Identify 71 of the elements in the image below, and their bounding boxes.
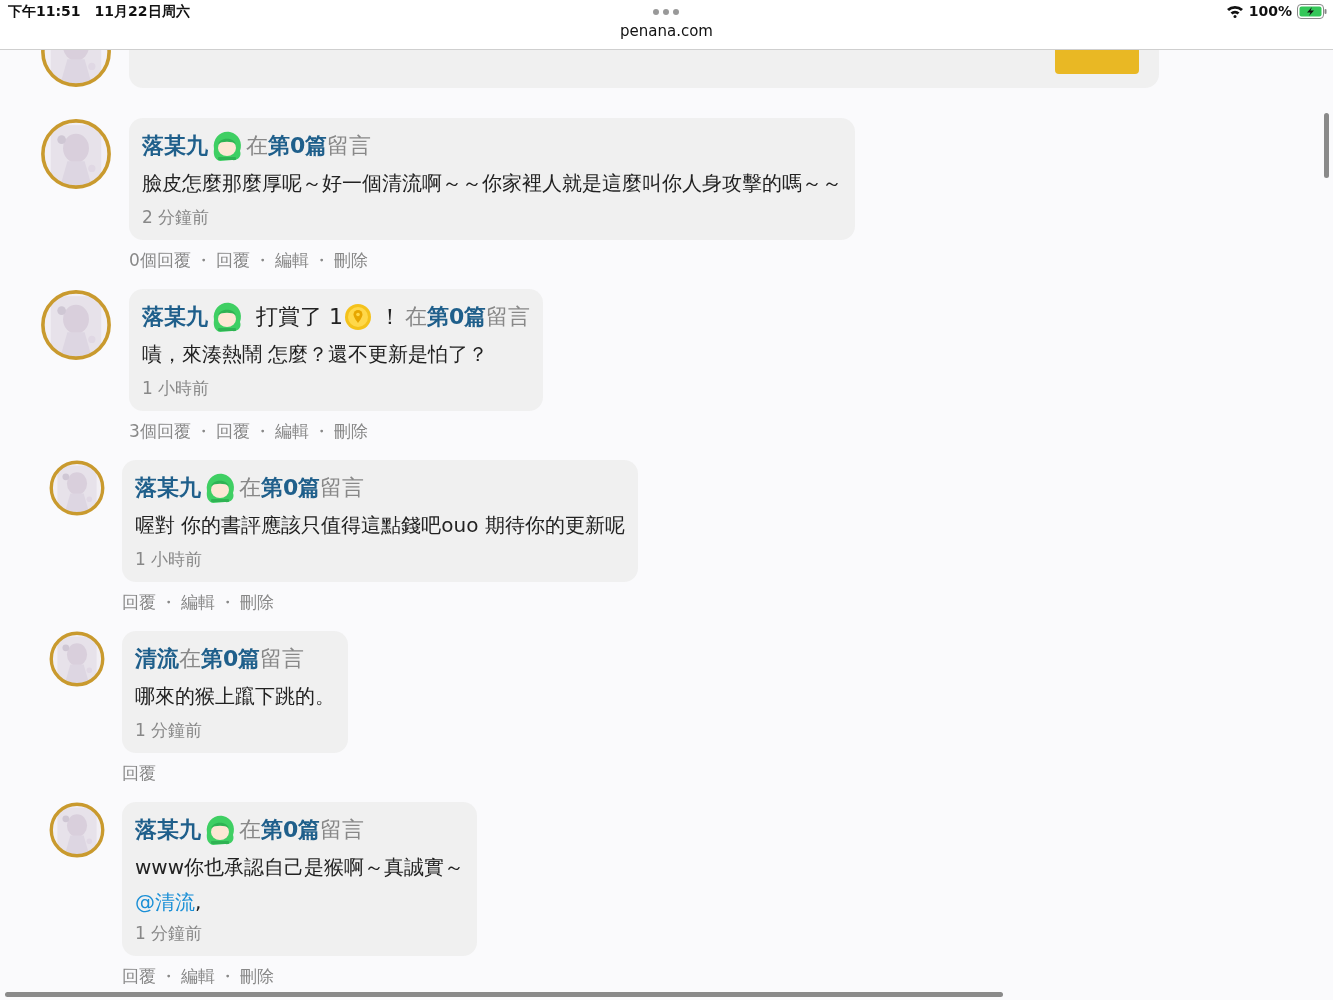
- action-link[interactable]: 刪除: [240, 964, 274, 988]
- comment-prefix: 在: [239, 474, 261, 502]
- comment-prefix: 在: [246, 132, 268, 160]
- timestamp: 1 小時前: [135, 548, 204, 571]
- coin-icon: [344, 303, 372, 331]
- comment-text: 嘖，來湊熱鬧 怎麼？還不更新是怕了？: [142, 341, 490, 368]
- author-name[interactable]: 落某九: [142, 131, 208, 161]
- action-link[interactable]: 刪除: [333, 248, 368, 272]
- chapter-link[interactable]: 第0篇: [268, 131, 328, 161]
- timestamp: 1 分鐘前: [135, 922, 204, 945]
- action-link[interactable]: 回覆: [122, 761, 156, 785]
- timestamp: 1 小時前: [142, 377, 211, 400]
- url-text[interactable]: penana.com: [620, 22, 713, 40]
- action-link[interactable]: 編輯: [181, 590, 215, 614]
- author-name[interactable]: 落某九: [135, 473, 201, 503]
- action-link[interactable]: 回覆: [215, 248, 250, 272]
- scrollbar[interactable]: [1324, 113, 1329, 178]
- chapter-link[interactable]: 第0篇: [261, 473, 321, 503]
- timestamp: 1 分鐘前: [135, 719, 204, 742]
- battery-percent: 100%: [1248, 3, 1292, 19]
- comment-suffix: 留言: [486, 303, 531, 331]
- action-link[interactable]: 3個回覆: [129, 419, 191, 443]
- scrollbar[interactable]: [5, 992, 1003, 997]
- comment-text: www你也承認自己是猴啊～真誠實～: [135, 854, 465, 881]
- action-link[interactable]: 編輯: [181, 964, 215, 988]
- action-link[interactable]: 刪除: [333, 419, 368, 443]
- comment-field[interactable]: [129, 50, 1159, 88]
- author-name[interactable]: 落某九: [135, 815, 201, 845]
- comment-suffix: 留言: [320, 816, 365, 844]
- comment-text: 喔對 你的書評應該只值得這點錢吧ouo 期待你的更新呢: [135, 512, 625, 539]
- status-time: 下午11:51: [8, 3, 81, 21]
- comma: ,: [195, 890, 202, 914]
- author-name[interactable]: 落某九: [142, 302, 208, 332]
- wifi-icon: [1225, 4, 1244, 18]
- status-date: 11月22日周六: [94, 3, 190, 21]
- separator: ・: [312, 249, 330, 272]
- comment-suffix: 留言: [327, 132, 372, 160]
- separator: ・: [160, 591, 177, 614]
- action-link[interactable]: 刪除: [240, 590, 274, 614]
- separator: ・: [219, 591, 236, 614]
- chapter-link[interactable]: 第0篇: [201, 644, 261, 674]
- separator: ・: [194, 420, 212, 443]
- separator: ・: [253, 249, 271, 272]
- separator: ・: [194, 249, 212, 272]
- action-link[interactable]: 回覆: [215, 419, 250, 443]
- battery-icon: [1297, 3, 1327, 19]
- comment-prefix: 在: [179, 645, 201, 673]
- action-link[interactable]: 編輯: [274, 248, 309, 272]
- separator: ・: [253, 420, 271, 443]
- comment-suffix: 留言: [260, 645, 305, 673]
- action-link[interactable]: 回覆: [122, 590, 156, 614]
- comment-prefix: 在: [239, 816, 261, 844]
- action-link[interactable]: 編輯: [274, 419, 309, 443]
- author-name[interactable]: 清流: [135, 644, 179, 674]
- comment-suffix: 留言: [320, 474, 365, 502]
- separator: ・: [160, 965, 177, 988]
- timestamp: 2 分鐘前: [142, 206, 211, 229]
- exclamation: ！: [379, 303, 401, 331]
- separator: ・: [219, 965, 236, 988]
- action-link[interactable]: 回覆: [122, 964, 156, 988]
- chapter-link[interactable]: 第0篇: [261, 815, 321, 845]
- comment-text: 哪來的猴上躥下跳的。: [135, 683, 335, 710]
- comment-text: 臉皮怎麼那麼厚呢～好一個清流啊～～你家裡人就是這麼叫你人身攻擊的嗎～～: [142, 170, 842, 197]
- comment-prefix: 在: [405, 303, 427, 331]
- mention-link[interactable]: @清流: [135, 890, 195, 914]
- separator: ・: [312, 420, 330, 443]
- more-icon[interactable]: [652, 8, 680, 16]
- chapter-link[interactable]: 第0篇: [427, 302, 487, 332]
- tip-text: 打賞了 1: [256, 303, 343, 331]
- submit-button[interactable]: [1055, 50, 1139, 74]
- action-link[interactable]: 0個回覆: [129, 248, 191, 272]
